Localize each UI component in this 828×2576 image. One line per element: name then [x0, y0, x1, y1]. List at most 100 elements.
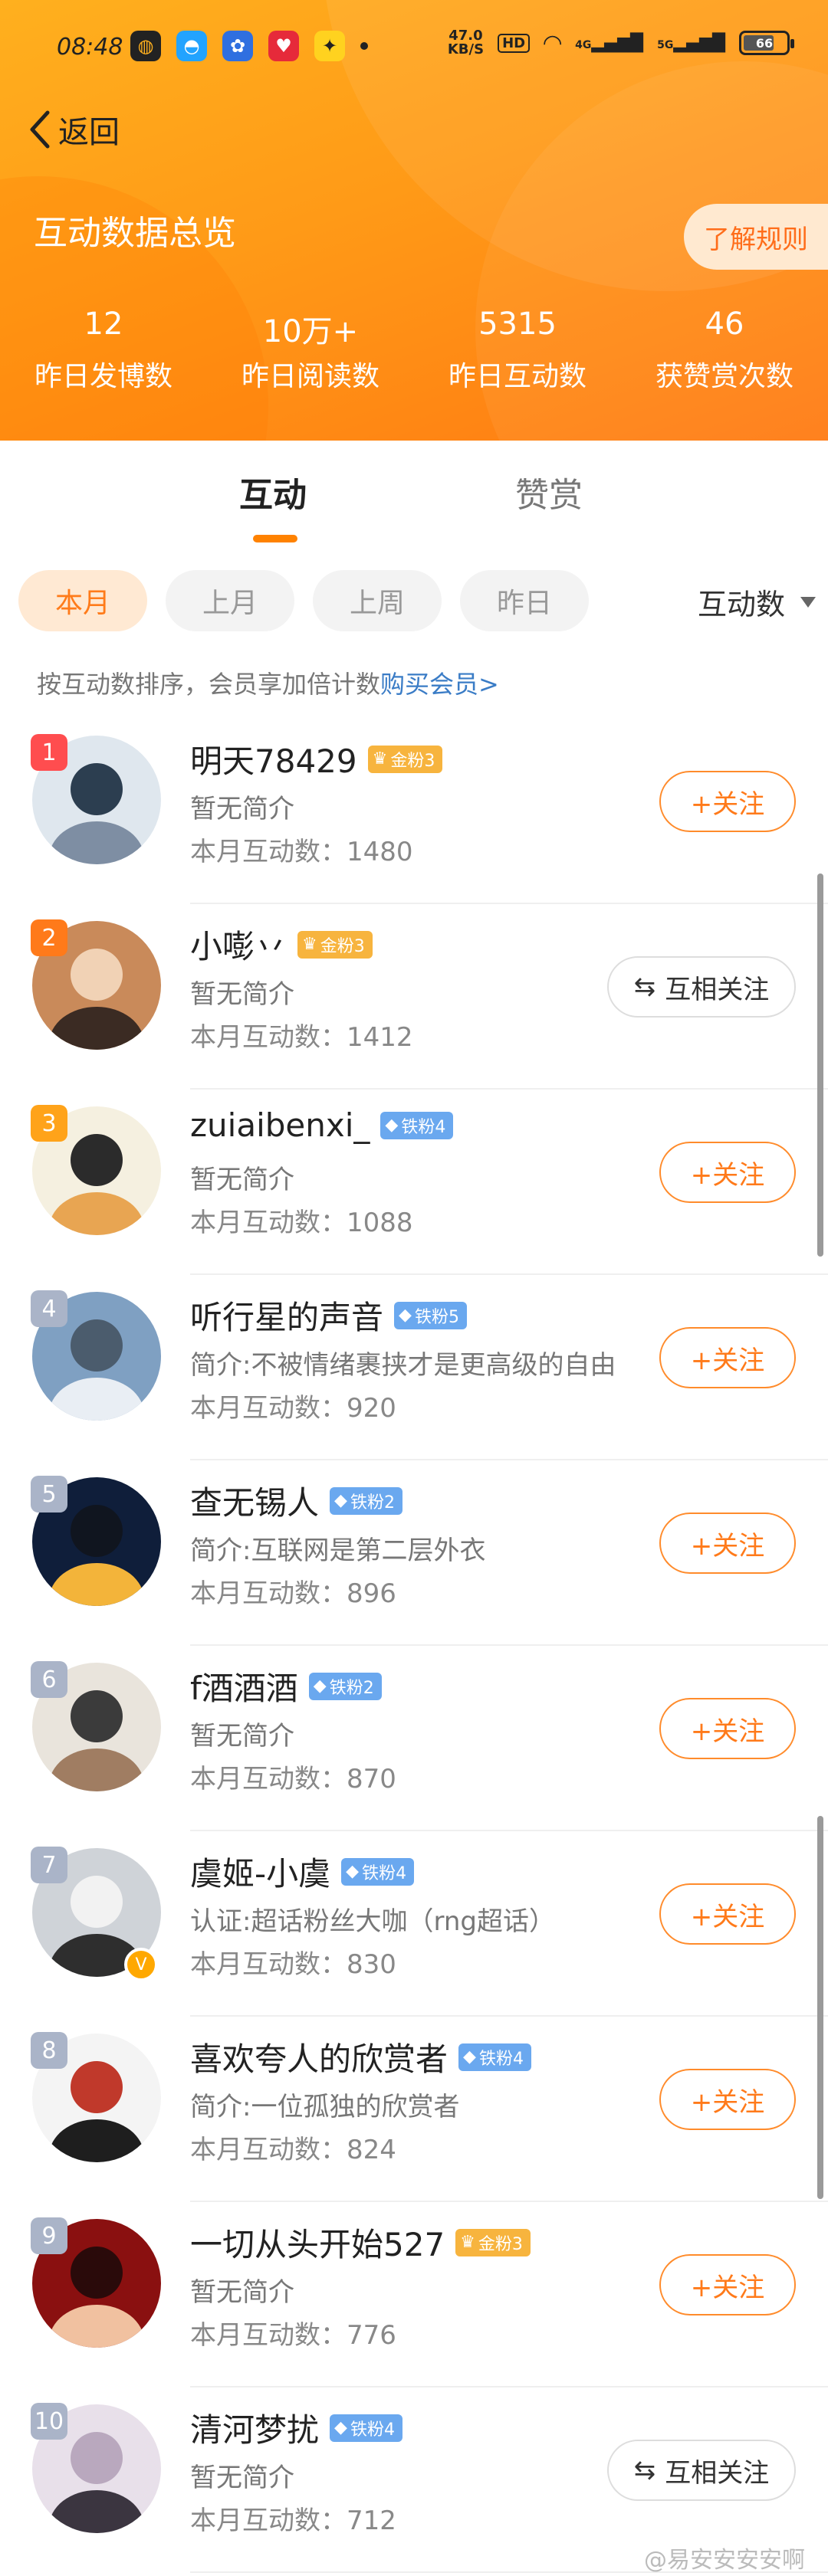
user-name[interactable]: 查无锡人 [190, 1477, 319, 1524]
name-line: 虞姬-小虞 ◆ 铁粉4 [190, 1848, 415, 1895]
signal-icon: 5G▂▄▆█ [657, 33, 725, 53]
filter-last-week[interactable]: 上周 [313, 570, 442, 631]
fan-level: 铁粉4 [350, 2420, 395, 2440]
follow-button[interactable]: +关注 [659, 2069, 796, 2130]
filter-yesterday[interactable]: 昨日 [460, 570, 589, 631]
fan-level: 金粉3 [390, 751, 435, 771]
name-line: zuiaibenxi_ ◆ 铁粉4 [190, 1106, 454, 1144]
divider [190, 1644, 828, 1646]
user-bio: 简介:互联网是第二层外衣 [190, 1535, 486, 1566]
action-label: +关注 [690, 1345, 765, 1376]
app-icon: ✦ [314, 31, 345, 61]
action-label: +关注 [690, 788, 765, 820]
name-line: 听行星的声音 ◆ 铁粉5 [190, 1292, 467, 1339]
list-item[interactable]: 8 喜欢夸人的欣赏者 ◆ 铁粉4 简介:一位孤独的欣赏者 本月互动数：824 +关… [0, 2018, 828, 2202]
filter-this-month[interactable]: 本月 [18, 570, 147, 631]
user-name[interactable]: 一切从头开始527 [190, 2219, 445, 2266]
follow-button[interactable]: +关注 [659, 1883, 796, 1945]
qq-icon: ◓ [176, 31, 207, 61]
list-item[interactable]: 7 V 虞姬-小虞 ◆ 铁粉4 认证:超话粉丝大咖（rng超话） 本月互动数：83… [0, 1833, 828, 2017]
user-name[interactable]: 听行星的声音 [190, 1292, 383, 1339]
follow-button[interactable]: +关注 [659, 1327, 796, 1388]
tab-interaction[interactable]: 互动 [239, 467, 307, 516]
action-label: +关注 [690, 2272, 765, 2303]
fan-badge: ◆ 铁粉2 [308, 1672, 382, 1700]
divider [190, 903, 828, 904]
buy-membership-link[interactable]: 购买会员> [380, 670, 499, 699]
wifi-icon: ◠ [544, 29, 562, 57]
filter-last-month[interactable]: 上月 [166, 570, 294, 631]
list-item[interactable]: 4 听行星的声音 ◆ 铁粉5 简介:不被情绪裹挟才是更高级的自由 本月互动数：92… [0, 1277, 828, 1460]
signal-icon: 4G▂▄▆█ [575, 33, 644, 53]
name-line: 小嘭丷 ♛ 金粉3 [190, 921, 373, 968]
status-bar: 08:48 ◍ ◓ ✿ ♥ ✦ 47.0 KB/S HD ◠ 4G▂▄▆█ 5G… [0, 23, 828, 77]
overview-title: 互动数据总览 [34, 214, 236, 253]
follow-button[interactable]: +关注 [659, 1512, 796, 1574]
fan-badge: ◆ 铁粉2 [330, 1486, 402, 1515]
system-status: 47.0 KB/S HD ◠ 4G▂▄▆█ 5G▂▄▆█ 66 [448, 29, 794, 57]
sort-tip: 按互动数排序，会员享加倍计数购买会员> [37, 665, 499, 700]
tab-indicator [253, 535, 297, 542]
verified-icon: V [124, 1948, 158, 1981]
divider [190, 2201, 828, 2202]
swap-arrows-icon: ⇆ [633, 2455, 656, 2486]
mutual-follow-button[interactable]: ⇆ 互相关注 [607, 2440, 796, 2501]
interaction-count: 本月互动数：776 [190, 2320, 396, 2351]
divider [190, 1830, 828, 1831]
follow-button[interactable]: +关注 [659, 771, 796, 832]
stat-reads: 10万+ 昨日阅读数 [207, 306, 414, 394]
fan-level: 铁粉4 [478, 2049, 524, 2069]
sort-dropdown[interactable]: 互动数 [698, 581, 816, 623]
mutual-follow-button[interactable]: ⇆ 互相关注 [607, 956, 796, 1018]
list-item[interactable]: 3 zuiaibenxi_ ◆ 铁粉4 暂无简介 本月互动数：1088 +关注 [0, 1091, 828, 1275]
user-name[interactable]: 清河梦扰 [190, 2404, 319, 2451]
name-line: 喜欢夸人的欣赏者 ◆ 铁粉4 [190, 2034, 531, 2080]
fan-level: 铁粉5 [414, 1307, 459, 1327]
header: 08:48 ◍ ◓ ✿ ♥ ✦ 47.0 KB/S HD ◠ 4G▂▄▆█ 5G… [0, 0, 828, 441]
swap-arrows-icon: ⇆ [633, 972, 656, 1002]
rank-badge: 8 [31, 2032, 67, 2069]
tab-rewards[interactable]: 赞赏 [515, 467, 583, 516]
list-item[interactable]: 6 f酒酒酒 ◆ 铁粉2 暂无简介 本月互动数：870 +关注 [0, 1647, 828, 1831]
follow-button[interactable]: +关注 [659, 1142, 796, 1203]
list-item[interactable]: 1 明天78429 ♛ 金粉3 暂无简介 本月互动数：1480 +关注 [0, 720, 828, 904]
scrollbar[interactable] [817, 873, 823, 1257]
filter-bar: 本月 上月 上周 昨日 互动数 [18, 570, 816, 634]
fan-level: 铁粉2 [329, 1678, 374, 1698]
network-speed: 47.0 KB/S [448, 29, 484, 57]
more-dot-icon [360, 42, 368, 50]
user-name[interactable]: 虞姬-小虞 [190, 1848, 330, 1895]
name-line: 清河梦扰 ◆ 铁粉4 [190, 2404, 402, 2451]
rules-button[interactable]: 了解规则 [684, 204, 828, 270]
list-item[interactable]: 2 小嘭丷 ♛ 金粉3 暂无简介 本月互动数：1412 ⇆ 互相关注 [0, 906, 828, 1090]
back-label: 返回 [58, 115, 120, 150]
tab-bar: 互动 赞赏 [0, 467, 828, 544]
user-name[interactable]: zuiaibenxi_ [190, 1106, 370, 1144]
list-item[interactable]: 9 一切从头开始527 ♛ 金粉3 暂无简介 本月互动数：776 +关注 [0, 2204, 828, 2388]
signal-label: 4G [575, 38, 592, 51]
interaction-count: 本月互动数：870 [190, 1764, 396, 1794]
interaction-count: 本月互动数：1412 [190, 1022, 413, 1053]
baidu-icon: ✿ [222, 31, 253, 61]
scrollbar[interactable] [817, 1816, 823, 2199]
stat-label: 昨日发博数 [34, 361, 172, 392]
crown-icon: ♛ [372, 749, 388, 769]
fan-badge: ◆ 铁粉5 [394, 1301, 467, 1329]
follow-button[interactable]: +关注 [659, 2254, 796, 2315]
list-item[interactable]: 5 查无锡人 ◆ 铁粉2 简介:互联网是第二层外衣 本月互动数：896 +关注 [0, 1462, 828, 1646]
fan-badge: ♛ 金粉3 [367, 745, 443, 773]
user-name[interactable]: f酒酒酒 [190, 1663, 298, 1709]
rank-badge: 7 [31, 1847, 67, 1883]
user-bio: 暂无简介 [190, 794, 294, 824]
interaction-count: 本月互动数：920 [190, 1393, 396, 1424]
user-name[interactable]: 喜欢夸人的欣赏者 [190, 2034, 448, 2080]
stat-value: 12 [84, 306, 123, 342]
user-name[interactable]: 明天78429 [190, 736, 357, 782]
user-name[interactable]: 小嘭丷 [190, 921, 287, 968]
follow-button[interactable]: +关注 [659, 1698, 796, 1759]
back-button[interactable]: 返回 [26, 107, 120, 152]
stats-row: 12 昨日发博数 10万+ 昨日阅读数 5315 昨日互动数 46 获赞赏次数 [0, 306, 828, 394]
interaction-count: 本月互动数：830 [190, 1949, 396, 1980]
action-label: +关注 [690, 1716, 765, 1747]
divider [190, 1088, 828, 1090]
